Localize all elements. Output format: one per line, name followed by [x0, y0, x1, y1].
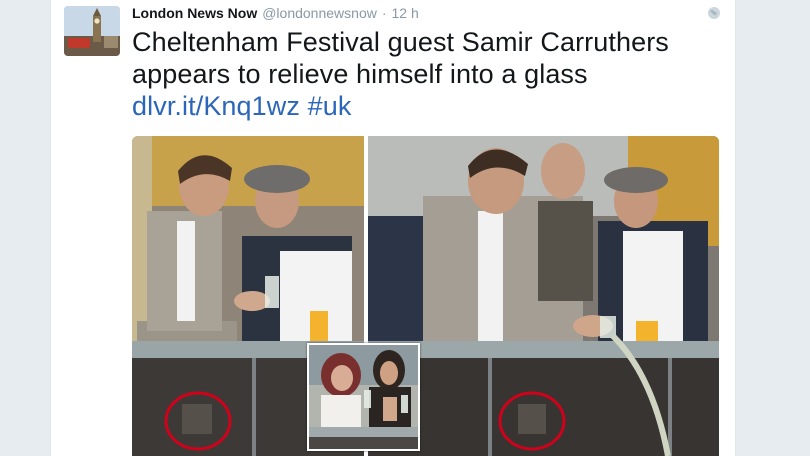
photo-right[interactable]: [368, 136, 719, 456]
big-ben-avatar-icon: [64, 6, 120, 56]
photo-inset-image: [309, 345, 418, 449]
tweet-photo-grid[interactable]: [132, 136, 719, 456]
tweet-timestamp[interactable]: 12 h: [392, 5, 419, 21]
author-handle[interactable]: @londonnewsnow: [262, 5, 377, 21]
tweet-header: London News Now @londonnewsnow · 12 h: [132, 5, 419, 23]
photo-right-image: [368, 136, 719, 456]
author-avatar[interactable]: [64, 6, 120, 56]
tweet-text-body: Cheltenham Festival guest Samir Carruthe…: [132, 27, 669, 89]
globe-icon: [708, 7, 720, 19]
header-separator: ·: [381, 5, 387, 21]
tweet-text: Cheltenham Festival guest Samir Carruthe…: [132, 26, 717, 122]
tweet-hashtag[interactable]: #uk: [308, 91, 352, 121]
photo-inset[interactable]: [307, 343, 420, 451]
author-display-name[interactable]: London News Now: [132, 5, 257, 21]
tweet-link[interactable]: dlvr.it/Knq1wz: [132, 91, 300, 121]
